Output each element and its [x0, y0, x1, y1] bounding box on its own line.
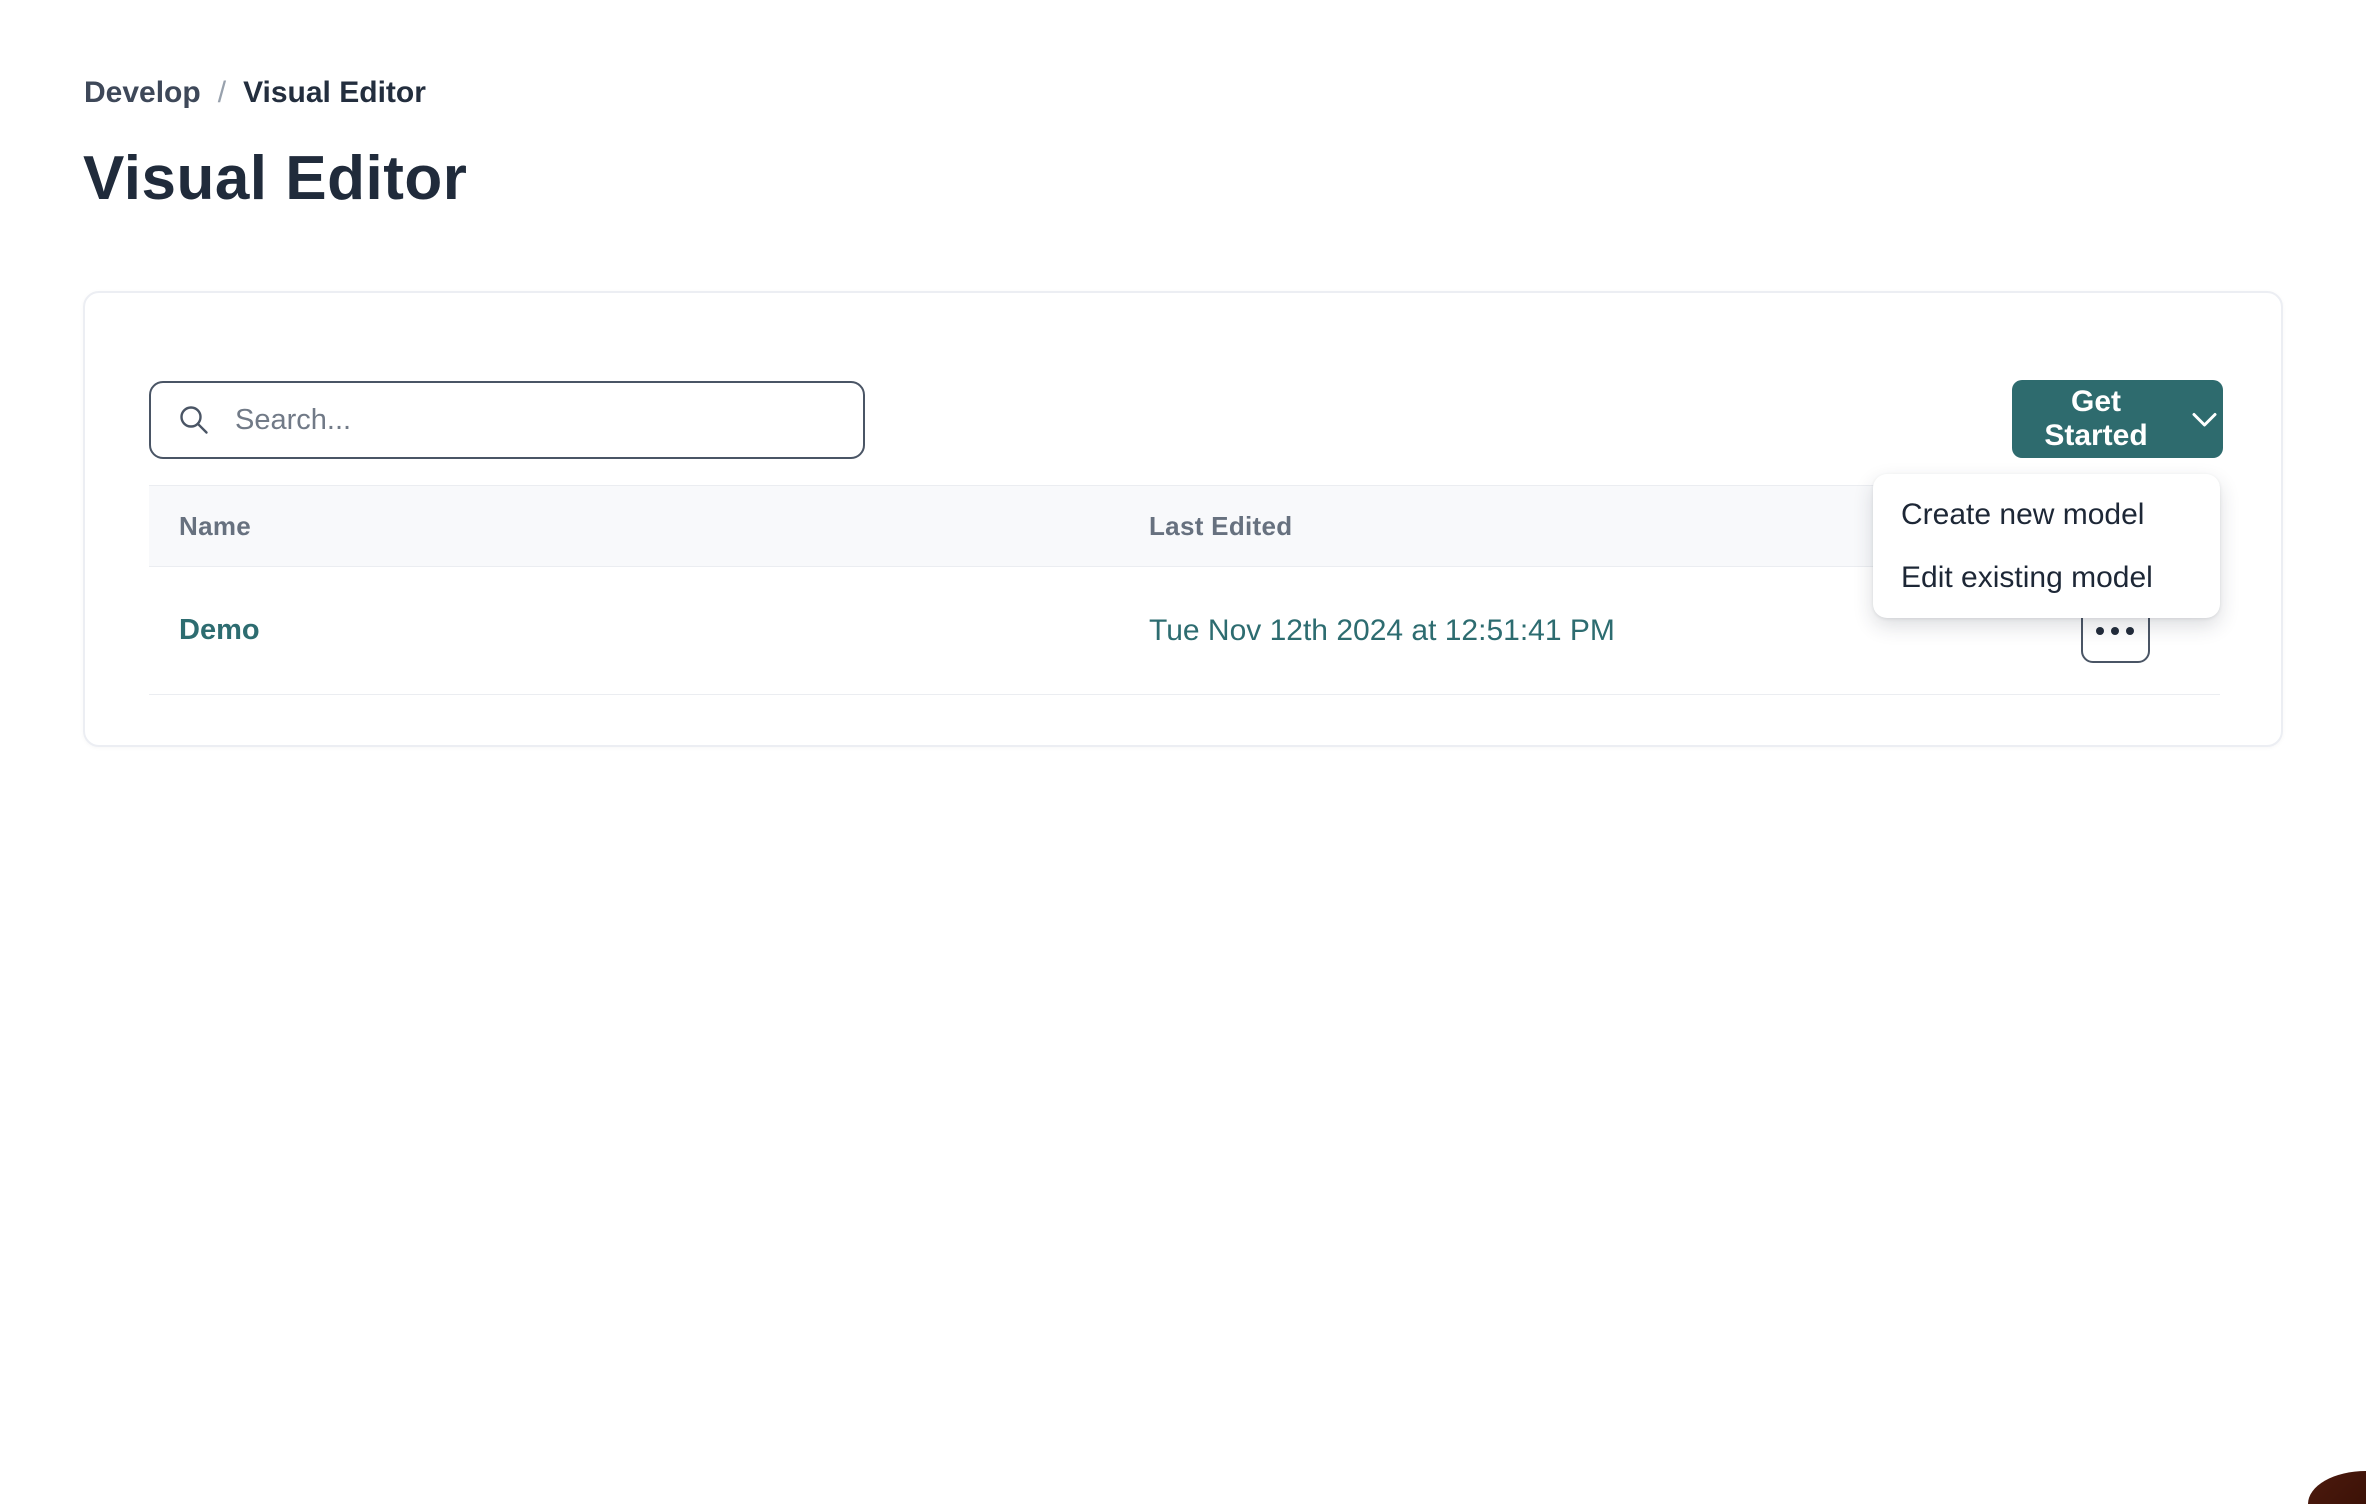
visual-editor-page: Develop / Visual Editor Visual Editor Ge… — [0, 0, 2366, 1504]
get-started-label: Get Started — [2018, 385, 2174, 453]
search-box[interactable] — [149, 381, 865, 459]
chevron-down-icon — [2192, 402, 2217, 436]
model-name-link[interactable]: Demo — [179, 614, 260, 646]
search-input[interactable] — [233, 403, 837, 438]
breadcrumb: Develop / Visual Editor — [84, 76, 426, 110]
get-started-button[interactable]: Get Started — [2012, 380, 2223, 458]
corner-red-shape — [2308, 1471, 2366, 1504]
get-started-menu: Create new model Edit existing model — [1873, 474, 2220, 618]
breadcrumb-separator: / — [218, 76, 226, 110]
column-header-name: Name — [149, 511, 1149, 542]
ellipsis-icon — [2096, 627, 2134, 635]
search-icon — [177, 403, 211, 437]
menu-item-edit-existing-model[interactable]: Edit existing model — [1873, 546, 2220, 609]
breadcrumb-visual-editor: Visual Editor — [243, 76, 426, 110]
breadcrumb-develop[interactable]: Develop — [84, 76, 201, 110]
page-title: Visual Editor — [83, 143, 467, 214]
model-last-edited-link[interactable]: Tue Nov 12th 2024 at 12:51:41 PM — [1149, 614, 1615, 647]
menu-item-create-new-model[interactable]: Create new model — [1873, 483, 2220, 546]
